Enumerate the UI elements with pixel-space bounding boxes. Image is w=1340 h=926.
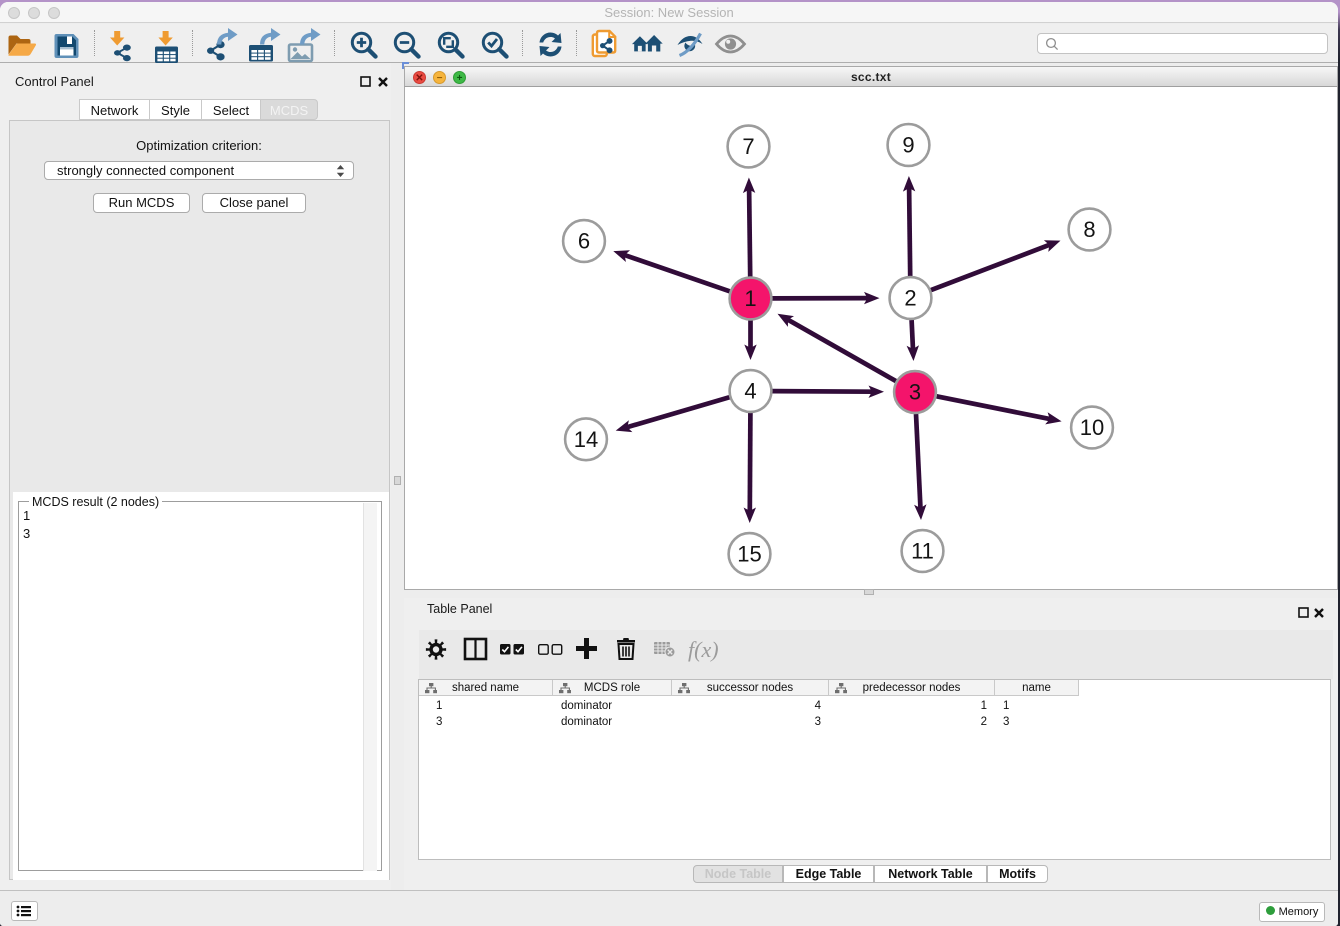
svg-text:14: 14 [574, 427, 598, 452]
svg-text:2: 2 [904, 286, 916, 311]
svg-text:4: 4 [744, 379, 756, 404]
svg-text:15: 15 [737, 542, 761, 567]
svg-text:10: 10 [1080, 415, 1104, 440]
svg-text:11: 11 [911, 539, 934, 564]
svg-text:6: 6 [578, 229, 590, 254]
svg-text:1: 1 [744, 286, 756, 311]
svg-text:8: 8 [1083, 217, 1095, 242]
svg-text:9: 9 [902, 133, 914, 158]
svg-text:3: 3 [909, 380, 921, 405]
svg-text:7: 7 [742, 134, 754, 159]
svg-text:f(x): f(x) [688, 637, 719, 662]
